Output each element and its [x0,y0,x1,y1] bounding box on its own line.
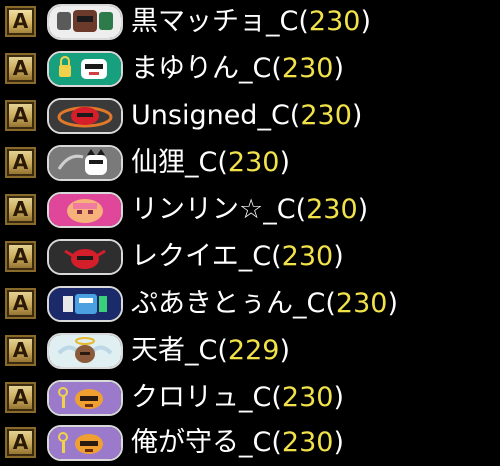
guild-emblem [47,98,123,134]
key-mask-emblem-icon [49,382,121,414]
guild-emblem [47,333,123,369]
member-name-label: 俺が守る_C(230) [131,427,344,458]
member-list: A 黒マッチョ_C(230) A まゆりん_C(230) A Unsigned_… [0,0,500,466]
level-value: 229 [227,335,280,366]
level-value: 230 [306,194,358,225]
member-name-label: レクイエ_C(230) [131,241,344,272]
rank-icon: A [5,147,36,178]
angel-emblem-icon [49,335,121,367]
member-name-label: 仙狸_C(230) [131,147,290,178]
guild-emblem [47,286,123,322]
member-row[interactable]: A リンリン☆_C(230) [0,188,500,232]
member-name-label: 天者_C(229) [131,335,290,366]
rank-icon: A [5,335,36,366]
cat-face-emblem-icon [49,147,121,179]
level-value: 230 [335,288,388,319]
member-row[interactable]: A Unsigned_C(230) [0,94,500,138]
member-row[interactable]: A まゆりん_C(230) [0,47,500,91]
pink-face-emblem-icon [49,194,121,226]
guild-emblem [47,4,123,40]
rank-icon: A [5,241,36,272]
key-mask-emblem-icon [49,427,121,459]
level-value: 230 [308,6,361,37]
red-mask-emblem-icon [49,241,121,273]
guild-emblem [47,239,123,275]
member-row[interactable]: A 俺が守る_C(230) [0,421,500,465]
level-value: 230 [281,427,334,458]
red-mask-emblem-icon [49,100,121,132]
level-value: 230 [281,382,334,413]
rank-icon: A [5,382,36,413]
member-row[interactable]: A クロリュ_C(230) [0,376,500,420]
member-row[interactable]: A 仙狸_C(230) [0,141,500,185]
guild-emblem [47,425,123,461]
member-name-label: 黒マッチョ_C(230) [131,6,371,37]
member-name-label: クロリュ_C(230) [131,382,344,413]
level-value: 230 [300,100,352,131]
rank-icon: A [5,288,36,319]
rank-icon: A [5,427,36,458]
lock-face-emblem-icon [49,53,121,85]
guild-emblem [47,51,123,87]
member-name-label: ぷあきとぅん_C(230) [131,288,398,319]
level-value: 230 [227,147,280,178]
member-name-label: まゆりん_C(230) [131,53,344,84]
rank-icon: A [5,194,36,225]
rank-icon: A [5,100,36,131]
muscle-emblem-icon [49,6,121,38]
guild-emblem [47,145,123,181]
member-name-label: Unsigned_C(230) [131,100,363,131]
member-row[interactable]: A レクイエ_C(230) [0,235,500,279]
member-name-label: リンリン☆_C(230) [131,194,369,225]
member-row[interactable]: A 天者_C(229) [0,329,500,373]
level-value: 230 [281,53,334,84]
guild-emblem [47,192,123,228]
guild-emblem [47,380,123,416]
blue-crest-emblem-icon [49,288,121,320]
rank-icon: A [5,53,36,84]
level-value: 230 [281,241,334,272]
member-row[interactable]: A ぷあきとぅん_C(230) [0,282,500,326]
member-row[interactable]: A 黒マッチョ_C(230) [0,0,500,44]
rank-icon: A [5,6,36,37]
